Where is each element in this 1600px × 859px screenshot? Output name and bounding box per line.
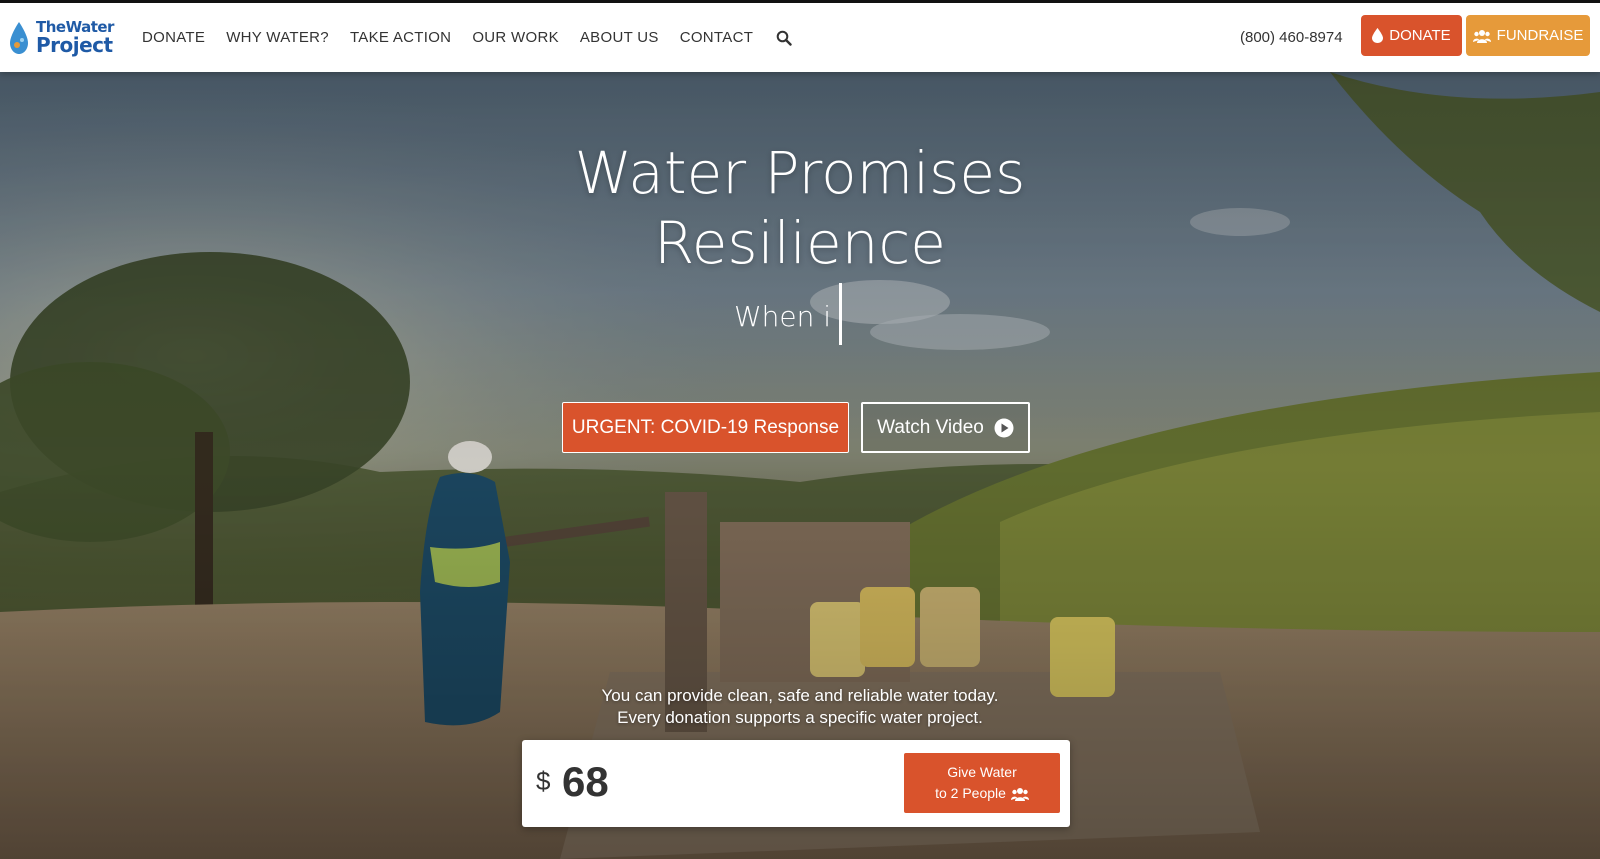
nav-donate[interactable]: DONATE xyxy=(142,29,205,46)
give-water-line2: to 2 People xyxy=(935,785,1006,801)
donation-form: $ Give Water to 2 People xyxy=(522,740,1070,827)
watch-video-button[interactable]: Watch Video xyxy=(861,402,1030,453)
hero-section: Water Promises Resilience When i URGENT:… xyxy=(0,72,1600,859)
hero-title-line2: Resilience xyxy=(654,209,946,277)
nav-contact[interactable]: CONTACT xyxy=(680,29,753,46)
covid-response-label: URGENT: COVID-19 Response xyxy=(571,416,840,438)
nav-take-action[interactable]: TAKE ACTION xyxy=(350,29,451,46)
cta-line2: Every donation supports a specific water… xyxy=(617,708,983,727)
nav-why-water[interactable]: WHY WATER? xyxy=(226,29,329,46)
search-icon[interactable] xyxy=(776,30,792,46)
give-water-button[interactable]: Give Water to 2 People xyxy=(904,753,1060,813)
site-header: TheWater Project DONATE WHY WATER? TAKE … xyxy=(0,0,1600,72)
main-nav: DONATE WHY WATER? TAKE ACTION OUR WORK A… xyxy=(142,29,792,46)
logo-line2: Project xyxy=(36,33,113,57)
logo[interactable]: TheWater Project xyxy=(8,13,120,63)
nav-our-work[interactable]: OUR WORK xyxy=(472,29,559,46)
play-icon xyxy=(994,418,1014,437)
hero-title-line1: Water Promises xyxy=(574,139,1026,207)
hero-title: Water Promises Resilience xyxy=(0,138,1600,278)
donate-label: DONATE xyxy=(1389,27,1451,44)
nav-about-us[interactable]: ABOUT US xyxy=(580,29,659,46)
hero-subtitle: When i xyxy=(734,300,832,333)
donation-amount-input[interactable] xyxy=(562,754,862,810)
fundraise-label: FUNDRAISE xyxy=(1496,27,1584,44)
covid-response-button[interactable]: URGENT: COVID-19 Response xyxy=(562,402,849,453)
cta-text: You can provide clean, safe and reliable… xyxy=(0,685,1600,729)
water-drop-icon xyxy=(10,21,28,54)
group-icon xyxy=(1472,29,1491,43)
watch-video-label: Watch Video xyxy=(877,416,984,438)
give-water-line2-wrap: to 2 People xyxy=(935,783,1029,804)
typing-cursor xyxy=(839,283,842,345)
currency-symbol: $ xyxy=(536,766,551,796)
header-donate-button[interactable]: DONATE xyxy=(1361,15,1462,56)
phone-number[interactable]: (800) 460-8974 xyxy=(1240,29,1343,46)
logo-text: TheWater Project xyxy=(36,20,114,57)
cta-line1: You can provide clean, safe and reliable… xyxy=(601,686,999,705)
give-water-line1: Give Water xyxy=(947,764,1017,780)
drop-icon xyxy=(1372,28,1384,43)
header-fundraise-button[interactable]: FUNDRAISE xyxy=(1466,15,1590,56)
people-icon xyxy=(1010,787,1029,801)
